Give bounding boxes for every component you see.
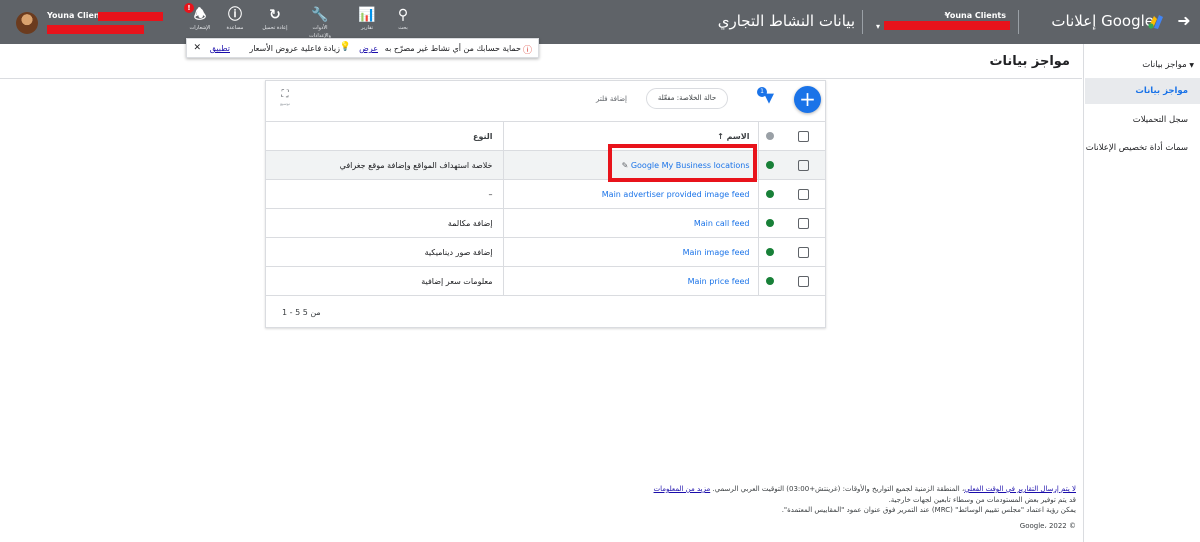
nav-item-feeds[interactable]: مواجز بيانات [1085, 78, 1200, 104]
row-type: إضافة مكالمة [266, 208, 504, 238]
checkbox-icon[interactable] [798, 246, 809, 258]
divider [862, 10, 863, 34]
row-type: خلاصة استهداف المواقع وإضافة موقع جغرافي [266, 150, 504, 180]
page-header [0, 44, 1082, 79]
caret-down-icon: ▼ [1189, 62, 1194, 69]
wrench-icon: 🔧 [311, 7, 329, 23]
checkbox-icon[interactable] [798, 130, 809, 142]
refresh-icon: ↻ [269, 7, 281, 23]
row-checkbox-cell[interactable] [782, 266, 825, 296]
row-checkbox-cell[interactable] [782, 208, 825, 238]
plus-icon: + [799, 87, 816, 111]
table-row: إضافة مكالمة Main call feed [266, 208, 825, 238]
row-name-link[interactable]: Main image feed [503, 237, 759, 267]
divider [1018, 10, 1019, 34]
row-status [758, 266, 782, 296]
sort-arrow-icon: ↑ [717, 131, 724, 141]
enabled-status-icon [766, 277, 775, 285]
row-type: إضافة صور ديناميكية [266, 237, 504, 267]
back-arrow-icon[interactable]: ➜ [1174, 11, 1194, 31]
reports-icon: 📊 [358, 7, 376, 23]
enabled-status-icon [766, 161, 775, 169]
footer-line-mrc: يمكن رؤية اعتماد "مجلس تقييم الوسائط" (M… [781, 506, 1076, 514]
notifications-button[interactable]: 🕭 ! الإشعارات [183, 3, 217, 40]
copyright: © Google، 2022 [1019, 521, 1076, 530]
add-filter-button[interactable]: إضافة فلتر [596, 95, 627, 103]
learn-more-link[interactable]: مزيد من المعلومات [654, 485, 711, 493]
enabled-status-icon [766, 248, 775, 256]
filter-chip-status[interactable]: حالة الخلاصة: مفعّلة [646, 88, 728, 109]
select-all-checkbox-cell[interactable] [782, 121, 825, 151]
table-row: معلومات سعر إضافية Main price feed [266, 266, 825, 296]
feeds-table-card: + ▼ 1 حالة الخلاصة: مفعّلة إضافة فلتر ⛶ … [265, 80, 826, 328]
row-type: – [266, 179, 504, 209]
row-name-link[interactable]: Main price feed [503, 266, 759, 296]
row-name-link[interactable]: Main advertiser provided image feed [503, 179, 759, 209]
google-ads-logo-icon [1148, 15, 1163, 29]
enabled-status-icon [766, 190, 775, 198]
expand-button[interactable]: ⛶ توسيع [278, 89, 292, 106]
reports-button[interactable]: 📊 تقارير [350, 6, 384, 40]
search-icon: ⚲ [397, 7, 409, 23]
redacted-account-id [98, 12, 163, 21]
row-type: معلومات سعر إضافية [266, 266, 504, 296]
row-name-link[interactable]: Main call feed [503, 208, 759, 238]
main-title: مواجز بيانات [989, 54, 1070, 69]
realtime-reports-link[interactable]: لا يتم إرسال التقارير في الوقت الفعلي [964, 485, 1076, 493]
search-button[interactable]: ⚲ بحث [386, 6, 420, 40]
table-footer-row [266, 295, 825, 296]
help-icon: ⓘ [228, 7, 242, 23]
table-row: إضافة صور ديناميكية Main image feed [266, 237, 825, 267]
refresh-button[interactable]: ↻ إعادة تحميل [258, 6, 292, 40]
side-navigation: ▼ مواجز بيانات مواجز بيانات سجل التحميلا… [1083, 44, 1200, 542]
row-status [758, 208, 782, 238]
checkbox-icon[interactable] [798, 217, 809, 229]
avatar[interactable] [16, 12, 38, 34]
row-checkbox-cell[interactable] [782, 179, 825, 209]
row-status [758, 237, 782, 267]
pagination-summary: 1 - 5 من 5 [282, 308, 321, 317]
top-app-bar: Youna Clients 🕭 ! الإشعارات ⓘ مساعدة ↻ إ… [0, 0, 1200, 44]
footer-line-third-party: قد يتم توفير بعض المستودمات من وسطاء تاب… [888, 495, 1076, 504]
checkbox-icon[interactable] [798, 188, 809, 200]
row-checkbox-cell[interactable] [782, 237, 825, 267]
page-footer: لا يتم إرسال التقارير في الوقت الفعلي، ا… [376, 484, 1076, 531]
nav-item-ad-customizer-attributes[interactable]: سمات أداة تخصيص الإعلانات [1085, 142, 1200, 154]
help-button[interactable]: ⓘ مساعدة [218, 6, 252, 40]
redacted-account-email [47, 25, 144, 34]
status-dot-icon [766, 132, 775, 140]
highlight-annotation [608, 144, 757, 182]
redacted-customer-id [884, 21, 1010, 30]
filter-count-badge: 1 [757, 87, 767, 97]
table-row: – Main advertiser provided image feed [266, 179, 825, 209]
add-feed-button[interactable]: + [794, 86, 821, 113]
nav-item-uploads[interactable]: سجل التحميلات [1085, 114, 1200, 126]
row-status [758, 179, 782, 209]
chevron-down-icon[interactable]: ▾ [876, 22, 880, 31]
enabled-status-icon [766, 219, 775, 227]
row-checkbox-cell[interactable] [782, 150, 825, 180]
row-status [758, 150, 782, 180]
checkbox-icon[interactable] [798, 275, 809, 287]
page-title: بيانات النشاط التجاري [717, 12, 855, 30]
checkbox-icon[interactable] [798, 159, 809, 171]
product-name: إعلانات Google [1051, 12, 1154, 30]
fullscreen-icon: ⛶ [281, 89, 289, 100]
bell-icon: 🕭 ! [183, 3, 217, 24]
column-header-type[interactable]: النوع [266, 121, 504, 151]
nav-parent-feeds[interactable]: ▼ مواجز بيانات [1142, 60, 1194, 70]
tools-settings-button[interactable]: 🔧 الأدوات والإعدادات [303, 6, 337, 40]
client-account-name[interactable]: Youna Clients [945, 11, 1006, 20]
column-header-status [758, 121, 782, 151]
